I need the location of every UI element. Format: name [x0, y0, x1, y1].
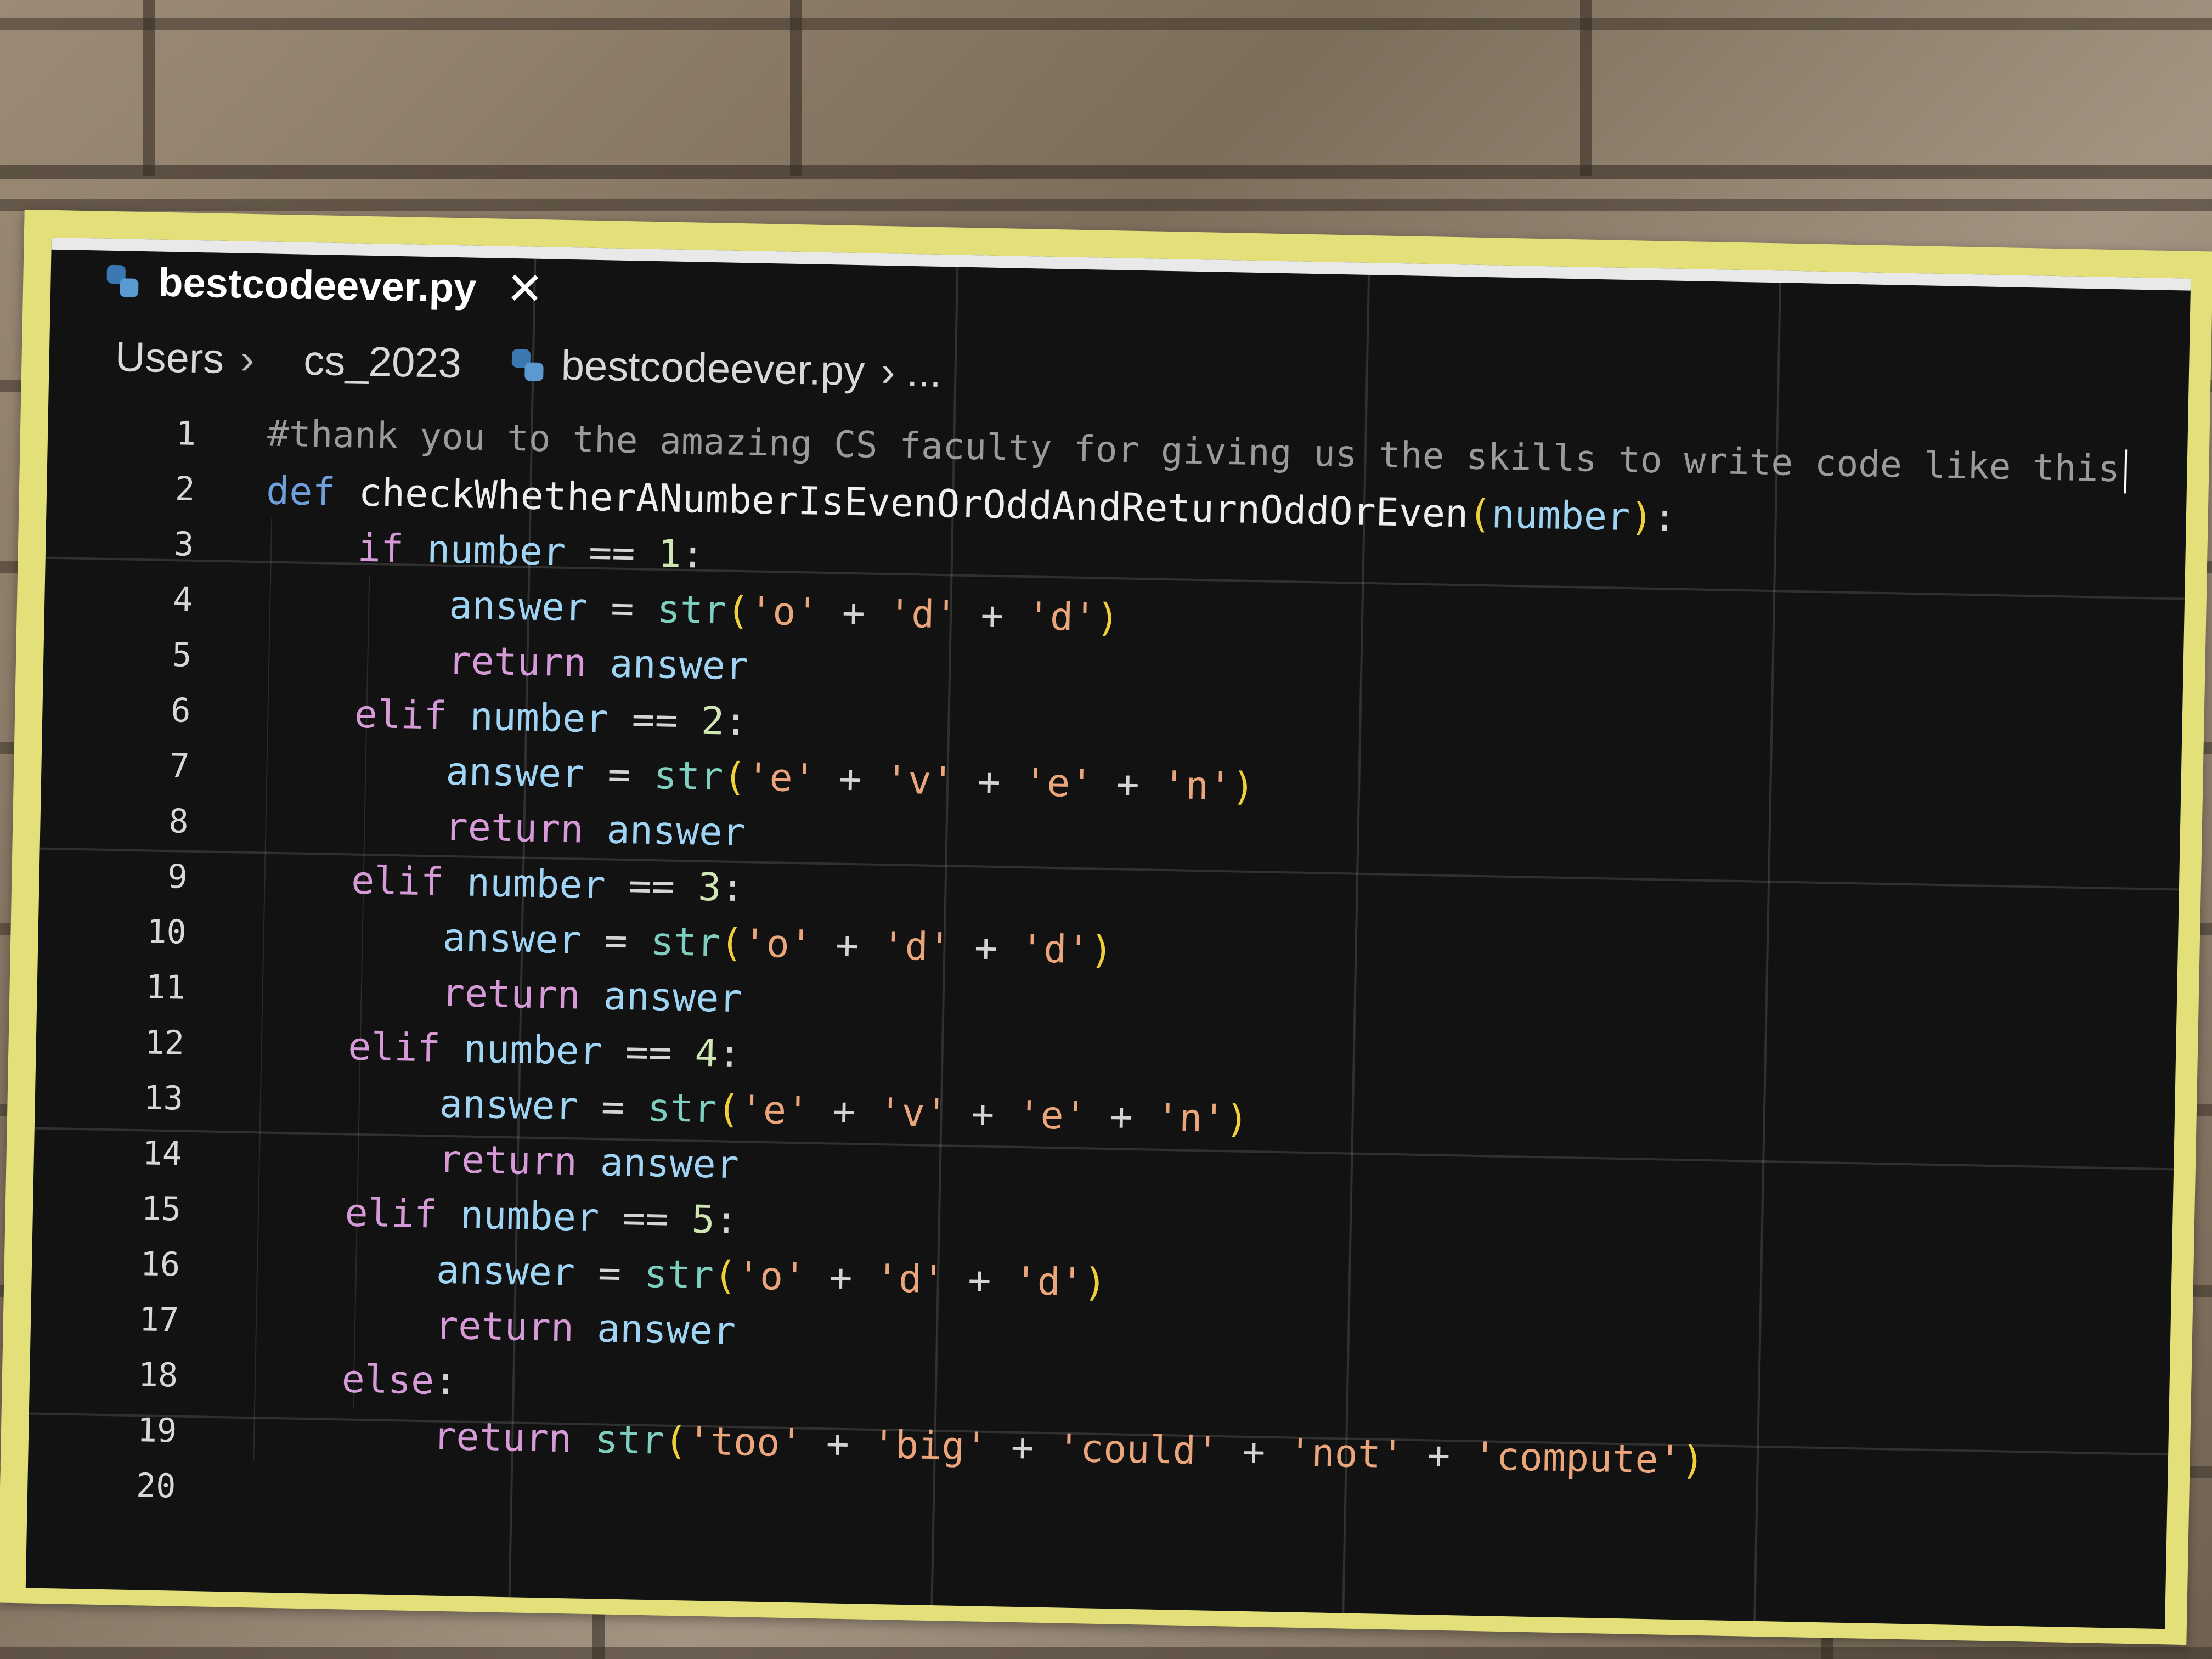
text-cursor: [2124, 449, 2127, 494]
code-text: return answer: [447, 637, 749, 689]
line-number: 4: [172, 580, 194, 619]
breadcrumb: Users › cs_2023 bestcodeever.py › ...: [115, 333, 942, 397]
code-text: return answer: [438, 1136, 740, 1187]
line-number: 2: [174, 469, 195, 509]
line-number: 9: [167, 857, 188, 896]
line-number: 16: [140, 1244, 180, 1284]
line-number: 19: [137, 1410, 177, 1451]
close-icon[interactable]: ✕: [505, 262, 544, 315]
line-number: 3: [173, 524, 194, 564]
code-text: else:: [341, 1356, 458, 1403]
breadcrumb-item-cs-2023[interactable]: cs_2023: [303, 337, 462, 388]
code-text: return answer: [444, 804, 746, 855]
line-number: 13: [143, 1078, 184, 1118]
code-text: return answer: [441, 970, 743, 1021]
line-number: 17: [139, 1300, 179, 1340]
wall-seam: [143, 0, 155, 176]
code-text: elif number == 2:: [354, 691, 748, 744]
line-number: 10: [146, 912, 187, 952]
line-number: 15: [141, 1189, 182, 1229]
line-number: 14: [142, 1133, 183, 1173]
chevron-right-icon: ›: [240, 336, 255, 383]
code-editor-poster: bestcodeever.py ✕ Users › cs_2023 bestco…: [25, 237, 2191, 1629]
line-number: 12: [144, 1023, 185, 1063]
breadcrumb-item-file[interactable]: bestcodeever.py › ...: [510, 341, 942, 397]
breadcrumb-trailing: › ...: [881, 348, 942, 396]
wall-seam: [790, 0, 802, 176]
code-text: elif number == 4:: [347, 1023, 742, 1076]
python-file-icon: [105, 264, 140, 298]
line-number: 7: [169, 746, 190, 786]
line-number: 18: [138, 1355, 178, 1395]
breadcrumb-file-label: bestcodeever.py: [560, 342, 866, 395]
line-number: 11: [145, 967, 186, 1007]
code-text: if number == 1:: [357, 525, 705, 577]
line-number: 8: [168, 802, 189, 841]
wall-seam: [0, 165, 2212, 179]
code-text: elif number == 5:: [344, 1189, 738, 1243]
line-number: 6: [170, 691, 191, 730]
code-text: elif number == 3:: [351, 857, 745, 910]
python-file-icon: [510, 347, 545, 382]
tab-bestcodeever[interactable]: bestcodeever.py ✕: [50, 250, 572, 320]
line-number: 1: [176, 414, 196, 453]
line-number: 5: [171, 635, 193, 675]
line-number: 20: [136, 1466, 177, 1506]
tab-label: bestcodeever.py: [157, 259, 477, 311]
wall-seam: [1580, 0, 1592, 176]
breadcrumb-item-users[interactable]: Users: [115, 333, 224, 383]
code-editor[interactable]: 1 #thank you to the amazing CS faculty f…: [27, 403, 2187, 1552]
code-text: return answer: [435, 1302, 736, 1353]
